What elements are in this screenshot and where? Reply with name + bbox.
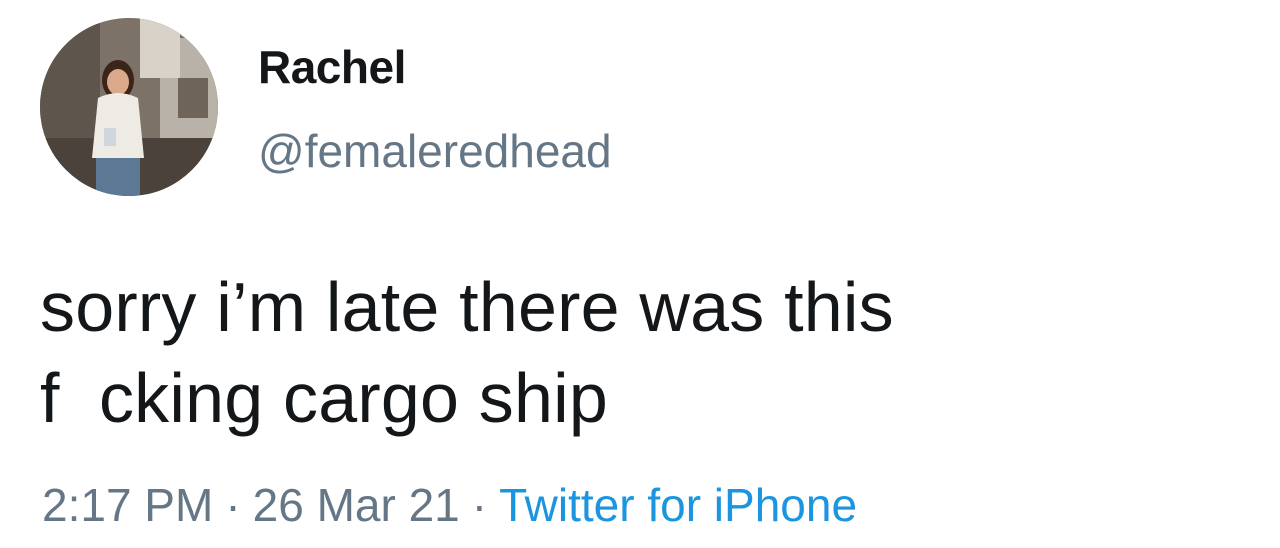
user-handle[interactable]: @femaleredhead [258, 124, 612, 178]
tweet-text-line: f cking cargo ship [40, 359, 608, 437]
tweet-meta: 2:17 PM · 26 Mar 21 · Twitter for iPhone [42, 478, 857, 532]
tweet-text-line: sorry i’m late there was this [40, 268, 894, 346]
tweet-card: Rachel @femaleredhead sorry i’m late the… [0, 0, 1280, 548]
tweet-time[interactable]: 2:17 PM [42, 479, 213, 531]
avatar[interactable] [40, 18, 218, 196]
tweet-text: sorry i’m late there was this f cking ca… [40, 262, 1220, 444]
tweet-source-link[interactable]: Twitter for iPhone [499, 479, 857, 531]
tweet-date[interactable]: 26 Mar 21 [253, 479, 460, 531]
meta-separator: · [471, 479, 488, 531]
display-name[interactable]: Rachel [258, 40, 406, 94]
meta-separator: · [225, 479, 241, 531]
profile-photo-icon [40, 18, 218, 196]
